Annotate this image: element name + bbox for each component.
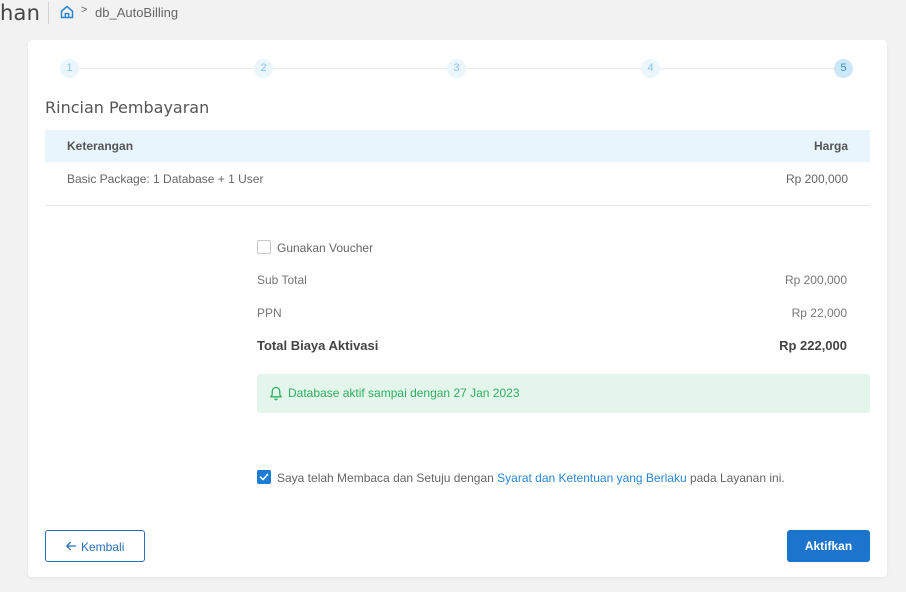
step-1: 1 bbox=[60, 59, 79, 78]
breadcrumb-current[interactable]: db_AutoBilling bbox=[95, 5, 178, 20]
total-label: Total Biaya Aktivasi bbox=[257, 338, 379, 353]
item-description: Basic Package: 1 Database + 1 User bbox=[67, 172, 264, 186]
payment-card: 1 2 3 4 5 Rincian Pembayaran Keterangan … bbox=[28, 40, 887, 577]
bell-icon bbox=[269, 386, 283, 401]
alert-text: Database aktif sampai dengan 27 Jan 2023 bbox=[288, 386, 520, 400]
active-until-alert: Database aktif sampai dengan 27 Jan 2023 bbox=[257, 374, 870, 413]
terms-link[interactable]: Syarat dan Ketentuan yang Berlaku bbox=[497, 471, 686, 485]
step-2: 2 bbox=[254, 59, 273, 78]
item-price: Rp 200,000 bbox=[785, 172, 848, 186]
agreement: Saya telah Membaca dan Setuju dengan Sya… bbox=[257, 470, 877, 486]
table-header: Keterangan Harga bbox=[45, 130, 870, 162]
agreement-suffix: pada Layanan ini. bbox=[686, 471, 785, 485]
voucher-label[interactable]: Gunakan Voucher bbox=[277, 241, 373, 255]
activate-button[interactable]: Aktifkan bbox=[787, 530, 870, 562]
back-button[interactable]: Kembali bbox=[45, 530, 145, 562]
ppn-value: Rp 22,000 bbox=[791, 306, 847, 320]
section-title: Rincian Pembayaran bbox=[45, 98, 210, 117]
ppn-label: PPN bbox=[257, 306, 282, 320]
agreement-text: Saya telah Membaca dan Setuju dengan Sya… bbox=[277, 471, 785, 485]
agreement-prefix: Saya telah Membaca dan Setuju dengan bbox=[277, 471, 498, 485]
divider bbox=[48, 2, 49, 24]
ppn-row: PPN Rp 22,000 bbox=[257, 306, 847, 324]
column-header-description: Keterangan bbox=[67, 139, 134, 153]
total-value: Rp 222,000 bbox=[779, 338, 847, 353]
subtotal-row: Sub Total Rp 200,000 bbox=[257, 273, 847, 291]
page-title: han bbox=[0, 1, 41, 25]
back-button-label: Kembali bbox=[81, 540, 125, 554]
step-3: 3 bbox=[447, 59, 466, 78]
agreement-checkbox[interactable] bbox=[257, 470, 271, 484]
column-header-price: Harga bbox=[813, 139, 848, 153]
subtotal-value: Rp 200,000 bbox=[784, 273, 847, 287]
divider bbox=[45, 205, 870, 206]
subtotal-label: Sub Total bbox=[257, 273, 307, 287]
step-5: 5 bbox=[834, 59, 853, 78]
home-icon[interactable] bbox=[59, 4, 75, 20]
arrow-left-icon bbox=[65, 540, 77, 552]
table-row: Basic Package: 1 Database + 1 User Rp 20… bbox=[45, 166, 870, 190]
voucher-checkbox[interactable] bbox=[257, 240, 271, 254]
chevron-right-icon: > bbox=[81, 4, 88, 16]
step-4: 4 bbox=[641, 59, 660, 78]
top-bar: han > db_AutoBilling bbox=[0, 0, 906, 28]
stepper: 1 2 3 4 5 bbox=[60, 59, 855, 79]
total-row: Total Biaya Aktivasi Rp 222,000 bbox=[257, 338, 847, 356]
